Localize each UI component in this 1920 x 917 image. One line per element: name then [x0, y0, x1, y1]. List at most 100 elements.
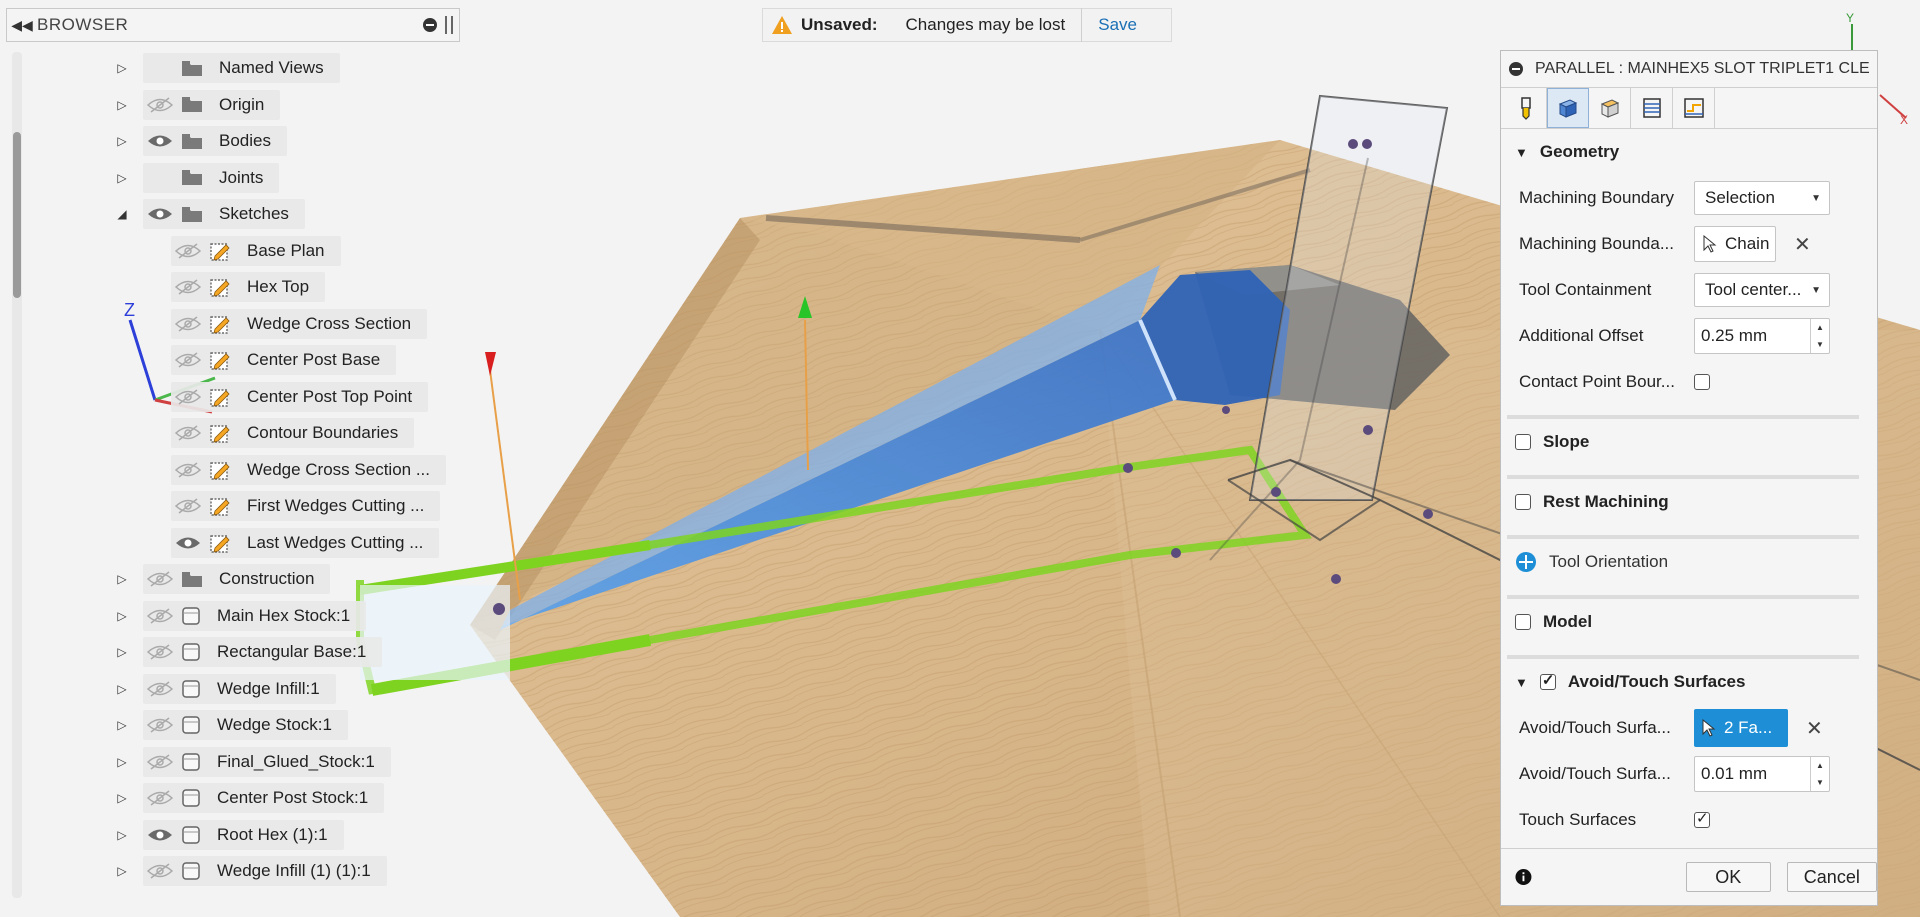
- eye-hidden-icon[interactable]: [175, 242, 201, 259]
- additional-offset-input[interactable]: 0.25 mm ▲ ▼: [1694, 318, 1830, 354]
- expand-triangle-icon[interactable]: ▷: [113, 570, 131, 588]
- browser-node-label: Last Wedges Cutting ...: [247, 532, 424, 552]
- eye-hidden-icon[interactable]: [175, 388, 201, 405]
- pin-icon[interactable]: [445, 16, 453, 34]
- browser-scrollbar[interactable]: [12, 52, 22, 898]
- expand-triangle-icon[interactable]: ▷: [113, 789, 131, 807]
- browser-node-content[interactable]: Hex Top: [171, 272, 326, 302]
- eye-hidden-icon[interactable]: [175, 498, 201, 514]
- tab-geometry[interactable]: [1547, 88, 1589, 128]
- browser-node-content[interactable]: Joints: [143, 162, 280, 193]
- scrollbar-thumb[interactable]: [13, 132, 21, 298]
- eye-hidden-icon[interactable]: [147, 96, 173, 113]
- model-checkbox[interactable]: [1515, 614, 1531, 630]
- dialog-minimize-icon[interactable]: [1509, 62, 1523, 76]
- contact-point-checkbox[interactable]: [1694, 374, 1710, 390]
- browser-node-content[interactable]: Sketches: [143, 199, 305, 229]
- avoid-clearance-input[interactable]: 0.01 mm ▲ ▼: [1694, 756, 1830, 792]
- slope-section-header[interactable]: Slope: [1501, 419, 1877, 465]
- faces-selection-button[interactable]: 2 Fa...: [1694, 709, 1788, 747]
- info-icon[interactable]: [1515, 868, 1532, 886]
- expand-triangle-icon[interactable]: ▷: [113, 607, 131, 625]
- touch-surfaces-checkbox[interactable]: [1694, 809, 1710, 828]
- machining-boundary-select[interactable]: Selection ▼: [1694, 181, 1830, 215]
- expand-triangle-icon[interactable]: ▷: [113, 680, 131, 698]
- browser-node-content[interactable]: Center Post Stock:1: [143, 783, 385, 813]
- browser-node-content[interactable]: Final_Glued_Stock:1: [143, 746, 391, 777]
- save-link[interactable]: Save: [1098, 15, 1137, 35]
- browser-node-content[interactable]: Origin: [143, 89, 281, 120]
- eye-hidden-icon[interactable]: [147, 790, 173, 806]
- eye-hidden-icon[interactable]: [175, 279, 201, 295]
- unsaved-banner: Unsaved: Changes may be lost Save: [762, 8, 1172, 42]
- clear-faces-icon[interactable]: ✕: [1806, 716, 1823, 741]
- clear-selection-icon[interactable]: ✕: [1794, 232, 1811, 257]
- browser-node-content[interactable]: Construction: [143, 564, 331, 594]
- browser-node-content[interactable]: Main Hex Stock:1: [143, 600, 367, 631]
- expand-triangle-icon[interactable]: ▷: [113, 716, 131, 734]
- chain-selection-button[interactable]: Chain: [1694, 226, 1776, 262]
- eye-hidden-icon[interactable]: [175, 352, 201, 368]
- divider: [1081, 8, 1083, 42]
- expand-triangle-icon[interactable]: ▷: [113, 826, 131, 844]
- eye-hidden-icon[interactable]: [147, 753, 173, 770]
- cancel-button[interactable]: Cancel: [1786, 862, 1877, 892]
- expand-triangle-icon[interactable]: ▷: [113, 132, 131, 150]
- collapse-triangle-icon[interactable]: ◢: [113, 205, 131, 223]
- expand-triangle-icon[interactable]: ▷: [113, 862, 131, 880]
- browser-node-content[interactable]: Center Post Top Point: [171, 381, 429, 412]
- eye-hidden-icon[interactable]: [147, 680, 173, 697]
- expand-triangle-icon[interactable]: ▷: [113, 169, 131, 187]
- eye-hidden-icon[interactable]: [175, 425, 201, 441]
- rest-machining-section-header[interactable]: Rest Machining: [1501, 479, 1877, 525]
- expand-triangle-icon[interactable]: ▷: [113, 96, 131, 114]
- eye-hidden-icon[interactable]: [147, 717, 173, 733]
- tab-linking[interactable]: [1673, 88, 1715, 128]
- expand-triangle-icon[interactable]: ▷: [113, 59, 131, 77]
- browser-node-content[interactable]: Center Post Base: [171, 345, 397, 375]
- browser-node-content[interactable]: Base Plan: [171, 235, 341, 266]
- browser-node-content[interactable]: Wedge Cross Section: [171, 308, 428, 339]
- eye-hidden-icon[interactable]: [175, 315, 201, 332]
- tab-passes[interactable]: [1631, 88, 1673, 128]
- tool-orientation-row[interactable]: Tool Orientation: [1501, 539, 1877, 585]
- dialog-title-bar[interactable]: PARALLEL : MAINHEX5 SLOT TRIPLET1 CLE: [1501, 51, 1877, 88]
- browser-node-content[interactable]: Wedge Cross Section ...: [171, 454, 446, 485]
- eye-hidden-icon[interactable]: [147, 571, 173, 587]
- eye-hidden-icon[interactable]: [147, 644, 173, 660]
- browser-node-content[interactable]: Rectangular Base:1: [143, 637, 383, 667]
- stepper-icon[interactable]: ▲ ▼: [1810, 319, 1829, 353]
- browser-node-content[interactable]: Named Views: [143, 53, 340, 83]
- avoid-touch-checkbox[interactable]: [1539, 671, 1556, 690]
- eye-icon[interactable]: [147, 206, 173, 222]
- collapse-browser-icon[interactable]: ◀◀: [7, 17, 37, 34]
- model-section-header[interactable]: Model: [1501, 599, 1877, 645]
- rest-machining-checkbox[interactable]: [1515, 494, 1531, 510]
- avoid-touch-section-header[interactable]: ▼ Avoid/Touch Surfaces: [1501, 659, 1877, 705]
- eye-hidden-icon[interactable]: [147, 607, 173, 624]
- browser-node-content[interactable]: Wedge Stock:1: [143, 710, 348, 740]
- tab-tool[interactable]: [1505, 88, 1547, 128]
- slope-checkbox[interactable]: [1515, 434, 1531, 450]
- browser-node-content[interactable]: First Wedges Cutting ...: [171, 491, 441, 521]
- eye-hidden-icon[interactable]: [147, 863, 173, 879]
- browser-node-content[interactable]: Last Wedges Cutting ...: [171, 527, 440, 558]
- browser-node-label: Root Hex (1):1: [217, 824, 328, 844]
- stepper-icon[interactable]: ▲ ▼: [1810, 757, 1829, 791]
- eye-icon[interactable]: [147, 827, 173, 843]
- browser-node-content[interactable]: Bodies: [143, 126, 287, 156]
- browser-node-content[interactable]: Wedge Infill:1: [143, 673, 336, 704]
- minimize-icon[interactable]: [423, 18, 437, 32]
- tool-containment-select[interactable]: Tool center... ▼: [1694, 273, 1830, 307]
- browser-node-content[interactable]: Wedge Infill (1) (1):1: [143, 856, 387, 886]
- tab-heights[interactable]: [1589, 88, 1631, 128]
- browser-node-content[interactable]: Contour Boundaries: [171, 418, 415, 448]
- expand-triangle-icon[interactable]: ▷: [113, 753, 131, 771]
- geometry-section-header[interactable]: ▼ Geometry: [1501, 129, 1877, 175]
- eye-icon[interactable]: [175, 535, 201, 551]
- expand-triangle-icon[interactable]: ▷: [113, 643, 131, 661]
- ok-button[interactable]: OK: [1685, 862, 1771, 892]
- browser-node-content[interactable]: Root Hex (1):1: [143, 819, 344, 850]
- eye-icon[interactable]: [147, 133, 173, 149]
- eye-hidden-icon[interactable]: [175, 461, 201, 478]
